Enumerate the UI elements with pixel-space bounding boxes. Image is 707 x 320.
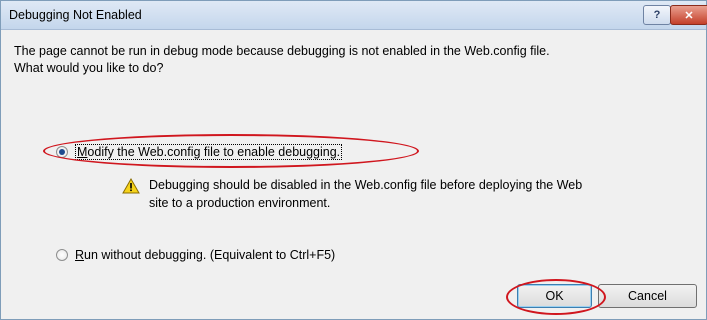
- close-icon: ✕: [684, 9, 694, 22]
- message-line-1: The page cannot be run in debug mode bec…: [14, 44, 550, 58]
- message-line-2: What would you like to do?: [14, 61, 164, 75]
- title-bar[interactable]: Debugging Not Enabled ? ✕: [1, 1, 707, 30]
- modify-webconfig-radio[interactable]: [56, 146, 68, 158]
- dialog-title: Debugging Not Enabled: [9, 8, 142, 22]
- modify-webconfig-label[interactable]: Modify the Web.config file to enable deb…: [75, 144, 343, 160]
- ok-button[interactable]: OK: [517, 284, 592, 308]
- close-button[interactable]: ✕: [670, 5, 707, 25]
- warning-message: Debugging should be disabled in the Web.…: [149, 176, 689, 212]
- debugging-dialog: Debugging Not Enabled ? ✕ The page canno…: [0, 0, 707, 320]
- help-icon: ?: [653, 9, 661, 21]
- help-button[interactable]: ?: [643, 5, 671, 25]
- dialog-body: The page cannot be run in debug mode bec…: [1, 30, 706, 319]
- radio-selected-dot: [59, 149, 65, 155]
- warning-icon: [122, 178, 140, 194]
- run-label-text: un without debugging. (Equivalent to Ctr…: [84, 248, 336, 262]
- run-without-debugging-radio-option[interactable]: Run without debugging. (Equivalent to Ct…: [56, 248, 335, 262]
- dialog-message: The page cannot be run in debug mode bec…: [14, 43, 694, 77]
- modify-accel-key: M: [77, 145, 88, 159]
- run-without-debugging-label[interactable]: Run without debugging. (Equivalent to Ct…: [75, 248, 335, 262]
- run-without-debugging-radio[interactable]: [56, 249, 68, 261]
- modify-webconfig-radio-option[interactable]: Modify the Web.config file to enable deb…: [56, 144, 343, 160]
- modify-label-text: odify the Web.config file to enable debu…: [87, 145, 341, 159]
- warning-line-2: site to a production environment.: [149, 196, 331, 210]
- warning-line-1: Debugging should be disabled in the Web.…: [149, 178, 583, 192]
- run-accel-key: R: [75, 248, 85, 262]
- cancel-button[interactable]: Cancel: [598, 284, 697, 308]
